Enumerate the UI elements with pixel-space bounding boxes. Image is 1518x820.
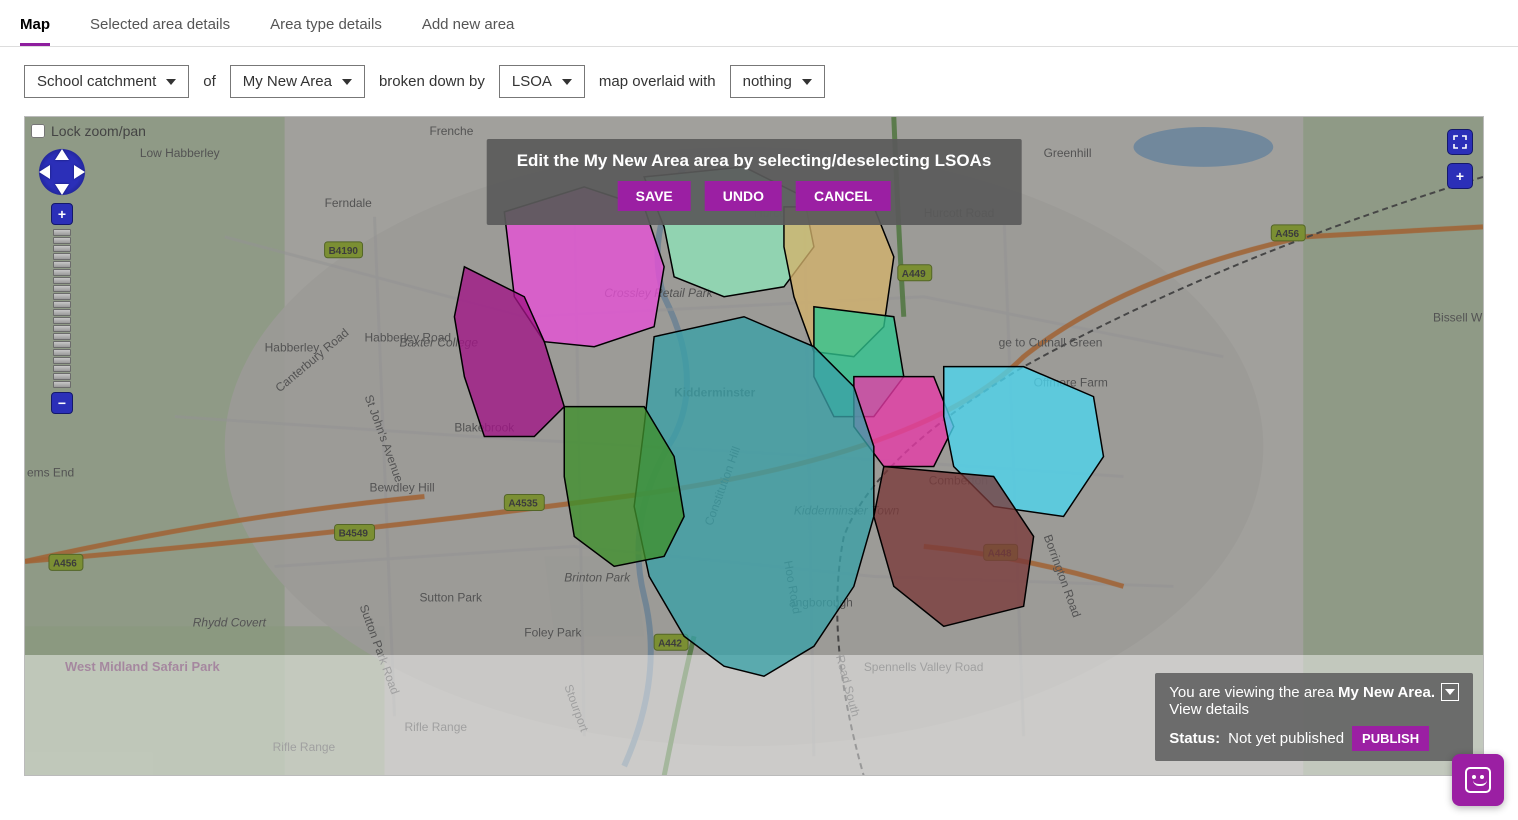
- dropdown-breakdown-value: LSOA: [512, 73, 552, 90]
- info-line1-prefix: You are viewing the area: [1169, 684, 1338, 701]
- map-tool-buttons: +: [1447, 129, 1473, 189]
- tab-selected-area-details[interactable]: Selected area details: [90, 8, 230, 46]
- map-container[interactable]: B4190 A456 A456 A449 A442 A448 A4535 B45…: [24, 116, 1484, 776]
- pan-down-icon[interactable]: [55, 184, 69, 195]
- dropdown-breakdown[interactable]: LSOA: [499, 65, 585, 98]
- view-details-link[interactable]: View details: [1169, 701, 1249, 718]
- caret-down-icon: [166, 79, 176, 85]
- smile-icon: [1465, 767, 1491, 793]
- filter-row: School catchment of My New Area broken d…: [0, 47, 1518, 116]
- caret-down-icon: [802, 79, 812, 85]
- publish-button[interactable]: PUBLISH: [1352, 726, 1429, 751]
- edit-area-panel: Edit the My New Area area by selecting/d…: [487, 139, 1022, 225]
- area-info-panel: You are viewing the area My New Area. Vi…: [1155, 673, 1473, 761]
- fullscreen-icon[interactable]: [1447, 129, 1473, 155]
- tab-bar: Map Selected area details Area type deta…: [0, 0, 1518, 47]
- filter-text-of: of: [203, 73, 216, 90]
- dropdown-area-name[interactable]: My New Area: [230, 65, 365, 98]
- dropdown-area-type-value: School catchment: [37, 73, 156, 90]
- filter-text-broken: broken down by: [379, 73, 485, 90]
- lock-zoom-pan-checkbox[interactable]: [31, 124, 45, 138]
- pan-right-icon[interactable]: [74, 165, 85, 179]
- dropdown-area-name-value: My New Area: [243, 73, 332, 90]
- dropdown-overlay[interactable]: nothing: [730, 65, 825, 98]
- lock-zoom-pan-label: Lock zoom/pan: [51, 123, 146, 139]
- expand-info-icon[interactable]: [1441, 683, 1459, 701]
- zoom-in-button[interactable]: +: [51, 203, 73, 225]
- dropdown-overlay-value: nothing: [743, 73, 792, 90]
- zoom-slider[interactable]: [53, 229, 71, 388]
- pan-wheel: [39, 149, 85, 195]
- caret-down-icon: [342, 79, 352, 85]
- undo-button[interactable]: UNDO: [705, 181, 782, 211]
- filter-text-overlaid: map overlaid with: [599, 73, 716, 90]
- tab-add-new-area[interactable]: Add new area: [422, 8, 515, 46]
- pan-left-icon[interactable]: [39, 165, 50, 179]
- pan-up-icon[interactable]: [55, 149, 69, 160]
- status-value: Not yet published: [1228, 730, 1344, 747]
- add-layer-icon[interactable]: +: [1447, 163, 1473, 189]
- caret-down-icon: [562, 79, 572, 85]
- lock-zoom-pan[interactable]: Lock zoom/pan: [31, 123, 146, 139]
- cancel-button[interactable]: CANCEL: [796, 181, 890, 211]
- tab-area-type-details[interactable]: Area type details: [270, 8, 382, 46]
- save-button[interactable]: SAVE: [618, 181, 691, 211]
- status-label: Status:: [1169, 730, 1220, 747]
- map-nav-control: + −: [39, 149, 85, 414]
- zoom-out-button[interactable]: −: [51, 392, 73, 414]
- dropdown-area-type[interactable]: School catchment: [24, 65, 189, 98]
- tab-map[interactable]: Map: [20, 8, 50, 46]
- chat-widget-icon[interactable]: [1452, 754, 1504, 806]
- zoom-column: + −: [51, 203, 73, 414]
- info-line1-area: My New Area.: [1338, 684, 1435, 701]
- edit-panel-title: Edit the My New Area area by selecting/d…: [517, 151, 992, 171]
